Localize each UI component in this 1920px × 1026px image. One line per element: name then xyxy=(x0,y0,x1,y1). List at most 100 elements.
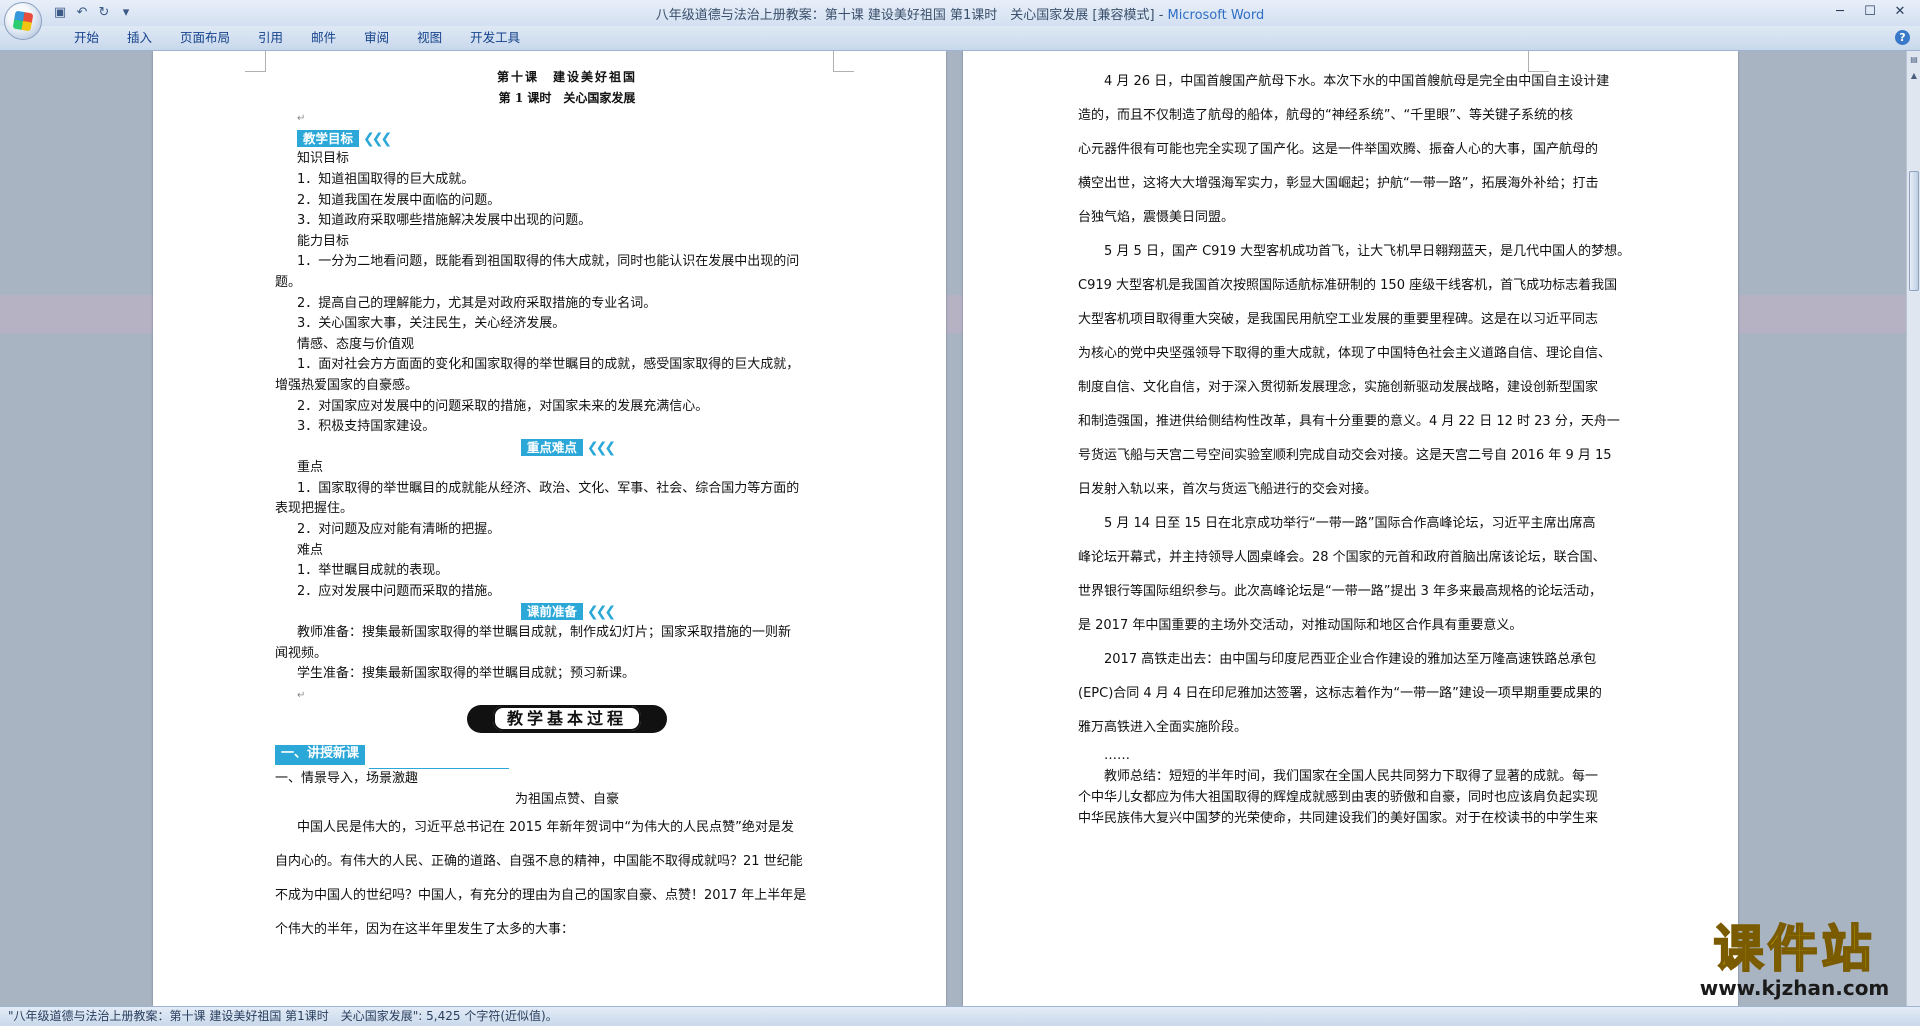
ellipsis-line: …… xyxy=(1104,748,1130,763)
status-bar: "八年级道德与法治上册教案：第十课 建设美好祖国 第1课时 关心国家发展": 5… xyxy=(0,1006,1920,1026)
knowledge-item: 1．知道祖国取得的巨大成就。 xyxy=(297,171,475,187)
key-item-cont: 表现把握住。 xyxy=(275,501,354,517)
ability-goal: 能力目标 xyxy=(297,233,350,249)
vertical-scrollbar[interactable]: ▤ ▲ xyxy=(1906,51,1920,1006)
tab-view[interactable]: 视图 xyxy=(403,30,456,46)
ribbon-tabs: 开始 插入 页面布局 引用 邮件 审阅 视图 开发工具 xyxy=(60,30,534,46)
body-paragraph-line: 日发射入轨以来，首次与货运飞船进行的交会对接。 xyxy=(1078,482,1378,497)
office-button[interactable] xyxy=(4,2,42,40)
emotion-item: 2．对国家应对发展中的问题采取的措施，对国家未来的发展充满信心。 xyxy=(297,398,709,414)
lesson-title: 第十课 建设美好祖国 xyxy=(496,70,637,84)
banner-shape: 教学基本过程 xyxy=(467,705,667,734)
body-paragraph-line: C919 大型客机是我国首次按照国际适航标准研制的 150 座级干线客机，首飞成… xyxy=(1078,278,1618,293)
ability-item: 3．关心国家大事，关注民生，关心经济发展。 xyxy=(297,316,566,332)
document-workspace: 第十课 建设美好祖国 第 1 课时 关心国家发展 ↵ 教学目标 ❮❮❮ 知识目标 … xyxy=(0,51,1920,1006)
knowledge-item: 3．知道政府采取哪些措施解决发展中出现的问题。 xyxy=(297,213,592,229)
chevrons-icon: ❮❮❮ xyxy=(586,604,616,621)
process-banner: 教学基本过程 xyxy=(467,705,667,734)
difficulty-label: 难点 xyxy=(297,542,324,558)
body-paragraph-line: 峰论坛开幕式，并主持领导人圆桌峰会。28 个国家的元首和政府首脑出席该论坛，联合… xyxy=(1078,550,1606,565)
section-header-goals: 教学目标 ❮❮❮ xyxy=(297,129,837,150)
body-paragraph-line: 造的，而且不仅制造了航母的船体，航母的“神经系统”、“千里眼”、等关键子系统的核 xyxy=(1078,108,1573,123)
watermark-logo: 课件站 www.kjzhan.com xyxy=(1669,920,1920,1005)
emotion-item-cont: 增强热爱国家的自豪感。 xyxy=(275,377,419,393)
tab-insert[interactable]: 插入 xyxy=(113,30,166,46)
word-count-status[interactable]: "八年级道德与法治上册教案：第十课 建设美好祖国 第1课时 关心国家发展": 5… xyxy=(8,1007,558,1026)
difficulty-item: 1．举世瞩目成就的表现。 xyxy=(297,563,449,579)
section-label: 重点难点 xyxy=(520,438,583,456)
body-paragraph-line: 不成为中国人的世纪吗？中国人，有充分的理由为自己的国家自豪、点赞！2017 年上… xyxy=(275,887,807,903)
knowledge-goal: 知识目标 xyxy=(297,151,350,167)
document-page-1[interactable]: 第十课 建设美好祖国 第 1 课时 关心国家发展 ↵ 教学目标 ❮❮❮ 知识目标 … xyxy=(153,51,946,1006)
tab-mailings[interactable]: 邮件 xyxy=(297,30,350,46)
minimize-icon[interactable]: ─ xyxy=(1826,2,1854,22)
process-banner-row: 教学基本过程 xyxy=(297,705,837,739)
body-paragraph-line: 个伟大的半年，因为在这半年里发生了太多的大事： xyxy=(275,921,575,937)
maximize-icon[interactable]: ☐ xyxy=(1856,2,1884,22)
body-paragraph-line: 5 月 5 日，国产 C919 大型客机成功首飞，让大飞机早日翱翔蓝天，是几代中… xyxy=(1104,244,1631,259)
summary-line: 教师总结：短短的半年时间，我们国家在全国人民共同努力下取得了显著的成就。每一 xyxy=(1104,769,1599,784)
tab-page-layout[interactable]: 页面布局 xyxy=(166,30,244,46)
window-title: 八年级道德与法治上册教案：第十课 建设美好祖国 第1课时 关心国家发展 [兼容模… xyxy=(0,4,1920,23)
body-paragraph-line: 世界银行等国际组织参与。此次高峰论坛是“一带一路”提出 3 年多来最高规格的论坛… xyxy=(1078,584,1603,599)
emotion-item: 3．积极支持国家建设。 xyxy=(297,419,436,435)
emotion-item: 1．面对社会方方面面的变化和国家取得的举世瞩目的成就，感受国家取得的巨大成就， xyxy=(297,357,800,373)
tab-developer[interactable]: 开发工具 xyxy=(456,30,534,46)
ribbon: 开始 插入 页面布局 引用 邮件 审阅 视图 开发工具 ? xyxy=(0,26,1920,51)
app-name: Microsoft Word xyxy=(1167,8,1265,23)
margin-corner xyxy=(245,51,266,72)
body-paragraph-line: 5 月 14 日至 15 日在北京成功举行“一带一路”国际合作高峰论坛，习近平主… xyxy=(1104,516,1596,531)
section-new-row: 一、讲授新课 xyxy=(275,739,837,770)
summary-line: 个中华儿女都应为伟大祖国取得的辉煌成就感到由衷的骄傲和自豪，同时也应该肩负起实现 xyxy=(1078,790,1599,805)
watermark-url: www.kjzhan.com xyxy=(1699,976,1890,1000)
body-paragraph-line: 大型客机项目取得重大突破，是我国民用航空工业发展的重要里程碑。这是在以习近平同志 xyxy=(1078,312,1599,327)
scroll-up-icon[interactable]: ▲ xyxy=(1908,69,1920,83)
section-label: 教学目标 xyxy=(297,129,360,147)
prep-teacher: 教师准备：搜集最新国家取得的举世瞩目成就，制作成幻灯片；国家采取措施的一则新 xyxy=(297,625,792,641)
body-paragraph-line: 为核心的党中央坚强领导下取得的重大成就，体现了中国特色社会主义道路自信、理论自信… xyxy=(1078,346,1612,361)
body-paragraph-line: 雅万高铁进入全面实施阶段。 xyxy=(1078,720,1248,735)
window-controls: ─ ☐ ✕ xyxy=(1826,2,1914,22)
prep-student: 学生准备：搜集最新国家取得的举世瞩目成就；预习新课。 xyxy=(297,666,636,682)
empty-paragraph: ↵ xyxy=(297,685,837,706)
step-1: 一、情景导入，场景激趣 xyxy=(275,771,419,787)
body-paragraph-line: 心元器件很有可能也完全实现了国产化。这是一件举国欢腾、振奋人心的大事，国产航母的 xyxy=(1078,142,1599,157)
body-paragraph-line: 号货运飞船与天宫二号空间实验室顺利完成自动交会对接。这是天宫二号自 2016 年… xyxy=(1078,448,1612,463)
summary-line: 中华民族伟大复兴中国梦的光荣使命，共同建设我们的美好国家。对于在校读书的中学生来 xyxy=(1078,811,1599,826)
ability-item: 1．一分为二地看问题，既能看到祖国取得的伟大成就，同时也能认识在发展中出现的问 xyxy=(297,254,800,270)
tab-review[interactable]: 审阅 xyxy=(350,30,403,46)
body-paragraph-line: 是 2017 年中国重要的主场外交活动，对推动国际和地区合作具有重要意义。 xyxy=(1078,618,1523,633)
key-item: 2．对问题及应对能有清晰的把握。 xyxy=(297,522,501,538)
section-header-keys: 重点难点 ❮❮❮ xyxy=(297,438,837,459)
prep-teacher-cont: 闻视频。 xyxy=(275,645,328,661)
section-header-prep: 课前准备 ❮❮❮ xyxy=(297,602,837,623)
body-paragraph-line: 中国人民是伟大的，习近平总书记在 2015 年新年贺词中“为伟大的人民点赞”绝对… xyxy=(297,819,794,835)
office-logo-icon xyxy=(12,10,34,32)
step-1-title: 为祖国点赞、自豪 xyxy=(514,792,619,807)
tab-references[interactable]: 引用 xyxy=(244,30,297,46)
scroll-thumb[interactable] xyxy=(1909,171,1919,291)
ability-item-cont: 题。 xyxy=(275,274,302,290)
section-label: 课前准备 xyxy=(520,603,583,621)
close-icon[interactable]: ✕ xyxy=(1886,2,1914,22)
emotion-goal: 情感、态度与价值观 xyxy=(297,336,415,352)
empty-paragraph: ↵ xyxy=(297,108,837,129)
body-paragraph-line: 台独气焰，震慑美日同盟。 xyxy=(1078,210,1235,225)
help-icon[interactable]: ? xyxy=(1895,30,1910,45)
key-item: 1．国家取得的举世瞩目的成就能从经济、政治、文化、军事、社会、综合国力等方面的 xyxy=(297,480,800,496)
document-page-2[interactable]: 4 月 26 日，中国首艘国产航母下水。本次下水的中国首艘航母是完全由中国自主设… xyxy=(963,51,1738,1006)
page-1-text: 第十课 建设美好祖国 第 1 课时 关心国家发展 ↵ 教学目标 ❮❮❮ 知识目标 … xyxy=(275,67,837,947)
ruler-toggle-icon[interactable]: ▤ xyxy=(1908,53,1920,67)
watermark-text: 课件站 xyxy=(1713,920,1876,978)
key-label: 重点 xyxy=(297,460,324,476)
body-paragraph-line: 4 月 26 日，中国首艘国产航母下水。本次下水的中国首艘航母是完全由中国自主设… xyxy=(1104,74,1610,89)
title-bar: ▣ ↶ ↻ ▾ 八年级道德与法治上册教案：第十课 建设美好祖国 第1课时 关心国… xyxy=(0,0,1920,40)
tab-home[interactable]: 开始 xyxy=(60,30,113,46)
page-2-text: 4 月 26 日，中国首艘国产航母下水。本次下水的中国首艘航母是完全由中国自主设… xyxy=(1078,65,1638,829)
difficulty-item: 2．应对发展中问题而采取的措施。 xyxy=(297,583,501,599)
body-paragraph-line: 横空出世，这将大大增强海军实力，彰显大国崛起；护航“一带一路”，拓展海外补给；打… xyxy=(1078,176,1599,191)
chevrons-icon: ❮❮❮ xyxy=(586,439,616,456)
body-paragraph-line: 自内心的。有伟大的人民、正确的道路、自强不息的精神，中国能不取得成就吗？21 世… xyxy=(275,853,803,869)
ability-item: 2．提高自己的理解能力，尤其是对政府采取措施的专业名词。 xyxy=(297,295,657,311)
body-paragraph-line: 2017 高铁走出去：由中国与印度尼西亚企业合作建设的雅加达至万隆高速铁路总承包 xyxy=(1104,652,1597,667)
